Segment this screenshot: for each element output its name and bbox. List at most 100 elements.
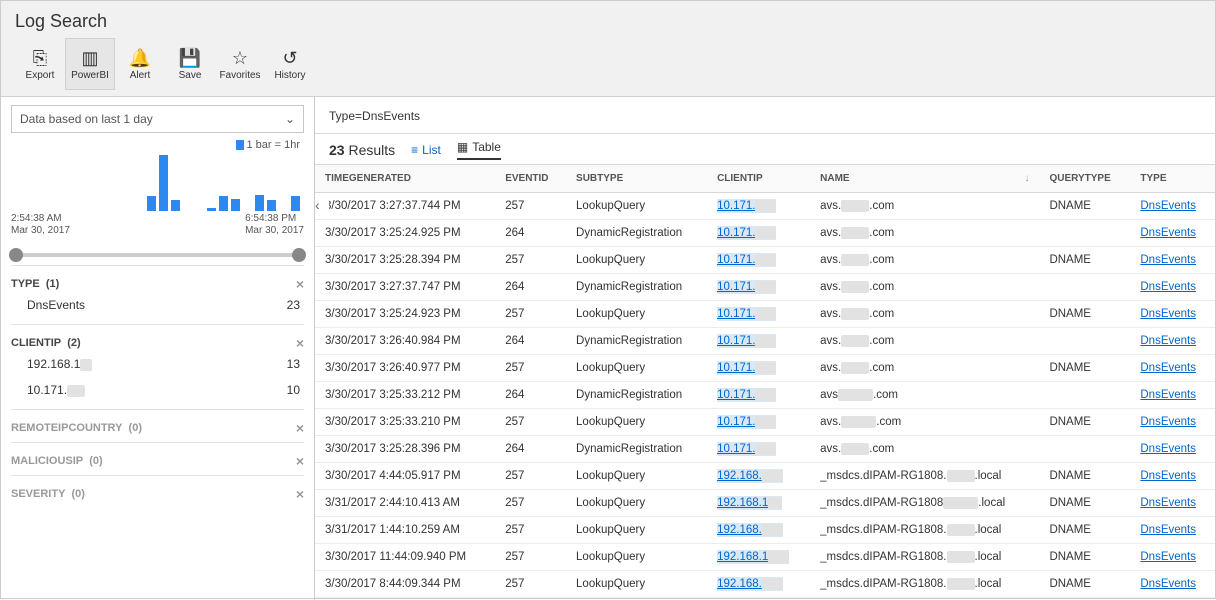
facet-item[interactable]: DnsEvents23 [11,292,304,318]
clientip-link[interactable]: 192.168. [717,523,783,537]
table-row[interactable]: 3/31/2017 1:44:10.259 AM257LookupQuery19… [315,517,1215,544]
col-subtype[interactable]: SUBTYPE [566,165,707,193]
close-icon[interactable]: × [296,276,304,292]
cell-clientip: 10.171. [707,301,810,328]
facet-item[interactable]: 192.168.1 13 [11,351,304,377]
table-row[interactable]: 3/30/2017 3:25:24.923 PM257LookupQuery10… [315,301,1215,328]
col-clientip[interactable]: CLIENTIP [707,165,810,193]
cell-eventid: 257 [495,544,566,571]
cell-name: avs. .com [810,301,1039,328]
facet-title: SEVERITY (0) [11,488,85,500]
histogram-chart[interactable]: 2:54:38 AM Mar 30, 2017 6:54:38 PM Mar 3… [11,153,304,233]
clientip-link[interactable]: 10.171. [717,415,776,429]
slider-handle-end[interactable] [292,248,306,262]
close-icon[interactable]: × [296,335,304,351]
facet-header[interactable]: SEVERITY (0) × [11,486,304,502]
table-row[interactable]: 3/30/2017 4:44:05.917 PM257LookupQuery19… [315,463,1215,490]
type-link[interactable]: DnsEvents [1140,335,1196,347]
col-timegenerated[interactable]: TIMEGENERATED [315,165,495,193]
table-row[interactable]: 3/30/2017 3:25:33.210 PM257LookupQuery10… [315,409,1215,436]
type-link[interactable]: DnsEvents [1140,497,1196,509]
facet-header[interactable]: MALICIOUSIP (0)× [11,453,304,469]
table-row[interactable]: 3/30/2017 3:26:40.977 PM257LookupQuery10… [315,355,1215,382]
sidebar-collapse-arrow[interactable]: ‹ [315,197,329,217]
clientip-link[interactable]: 10.171. [717,307,776,321]
close-icon[interactable]: × [296,453,304,469]
table-row[interactable]: 3/30/2017 3:27:37.744 PM257LookupQuery10… [315,193,1215,220]
histogram-bar[interactable] [231,199,240,211]
clientip-link[interactable]: 10.171. [717,226,776,240]
type-link[interactable]: DnsEvents [1140,362,1196,374]
histogram-bar[interactable] [291,196,300,211]
query-bar[interactable]: Type=DnsEvents [315,97,1215,134]
histogram-bar[interactable] [171,200,180,211]
powerbi-button[interactable]: ▥PowerBI [65,38,115,90]
col-eventid[interactable]: EVENTID [495,165,566,193]
table-row[interactable]: 3/30/2017 3:27:37.747 PM264DynamicRegist… [315,274,1215,301]
col-querytype[interactable]: QUERYTYPE [1039,165,1130,193]
facet-header[interactable]: TYPE (1)× [11,276,304,292]
type-link[interactable]: DnsEvents [1140,308,1196,320]
col-name[interactable]: NAME↓ [810,165,1039,193]
facet-header[interactable]: REMOTEIPCOUNTRY (0)× [11,420,304,436]
favorites-button[interactable]: ☆Favorites [215,38,265,90]
clientip-link[interactable]: 192.168. [717,577,783,591]
histogram-bar[interactable] [147,196,156,211]
time-range-select[interactable]: Data based on last 1 day ⌄ [11,105,304,133]
type-link[interactable]: DnsEvents [1140,551,1196,563]
type-link[interactable]: DnsEvents [1140,443,1196,455]
cell-clientip: 10.171. [707,409,810,436]
clientip-link[interactable]: 10.171. [717,334,776,348]
facet-item[interactable]: 10.171. 10 [11,377,304,403]
type-link[interactable]: DnsEvents [1140,254,1196,266]
histogram-bar[interactable] [219,196,228,211]
clientip-link[interactable]: 192.168.1 [717,496,782,510]
clientip-link[interactable]: 10.171. [717,388,776,402]
slider-handle-start[interactable] [9,248,23,262]
type-link[interactable]: DnsEvents [1140,524,1196,536]
cell-clientip: 192.168. [707,571,810,598]
type-link[interactable]: DnsEvents [1140,227,1196,239]
table-row[interactable]: 3/30/2017 3:26:40.984 PM264DynamicRegist… [315,328,1215,355]
type-link[interactable]: DnsEvents [1140,470,1196,482]
clientip-link[interactable]: 10.171. [717,361,776,375]
table-row[interactable]: 3/30/2017 11:44:09.940 PM257LookupQuery1… [315,544,1215,571]
view-table-button[interactable]: ▦Table [457,140,501,160]
clientip-link[interactable]: 192.168.1 [717,550,789,564]
table-row[interactable]: 3/30/2017 3:25:33.212 PM264DynamicRegist… [315,382,1215,409]
table-row[interactable]: 3/30/2017 8:44:09.344 PM257LookupQuery19… [315,571,1215,598]
time-slider[interactable] [13,253,302,257]
histogram-bar[interactable] [207,208,216,211]
type-link[interactable]: DnsEvents [1140,578,1196,590]
histogram-bar[interactable] [255,195,264,211]
cell-name: avs. .com [810,274,1039,301]
clientip-link[interactable]: 10.171. [717,253,776,267]
clientip-link[interactable]: 10.171. [717,199,776,213]
cell-clientip: 10.171. [707,193,810,220]
cell-subtype: LookupQuery [566,193,707,220]
type-link[interactable]: DnsEvents [1140,281,1196,293]
powerbi-icon: ▥ [81,48,98,70]
results-table-wrap[interactable]: TIMEGENERATEDEVENTIDSUBTYPECLIENTIPNAME↓… [315,165,1215,600]
clientip-link[interactable]: 10.171. [717,280,776,294]
export-button[interactable]: ⎘Export [15,38,65,90]
close-icon[interactable]: × [296,486,304,502]
table-row[interactable]: 3/30/2017 3:25:28.394 PM257LookupQuery10… [315,247,1215,274]
table-row[interactable]: 3/30/2017 3:25:24.925 PM264DynamicRegist… [315,220,1215,247]
type-link[interactable]: DnsEvents [1140,200,1196,212]
clientip-link[interactable]: 10.171. [717,442,776,456]
facet-header[interactable]: CLIENTIP (2)× [11,335,304,351]
histogram-bar[interactable] [159,155,168,211]
histogram-bar[interactable] [267,200,276,211]
col-type[interactable]: TYPE [1130,165,1215,193]
view-list-button[interactable]: ≡List [411,143,441,157]
type-link[interactable]: DnsEvents [1140,416,1196,428]
history-button[interactable]: ↺History [265,38,315,90]
type-link[interactable]: DnsEvents [1140,389,1196,401]
close-icon[interactable]: × [296,420,304,436]
table-row[interactable]: 3/31/2017 2:44:10.413 AM257LookupQuery19… [315,490,1215,517]
table-row[interactable]: 3/30/2017 3:25:28.396 PM264DynamicRegist… [315,436,1215,463]
save-button[interactable]: 💾Save [165,38,215,90]
alert-button[interactable]: 🔔Alert [115,38,165,90]
clientip-link[interactable]: 192.168. [717,469,783,483]
